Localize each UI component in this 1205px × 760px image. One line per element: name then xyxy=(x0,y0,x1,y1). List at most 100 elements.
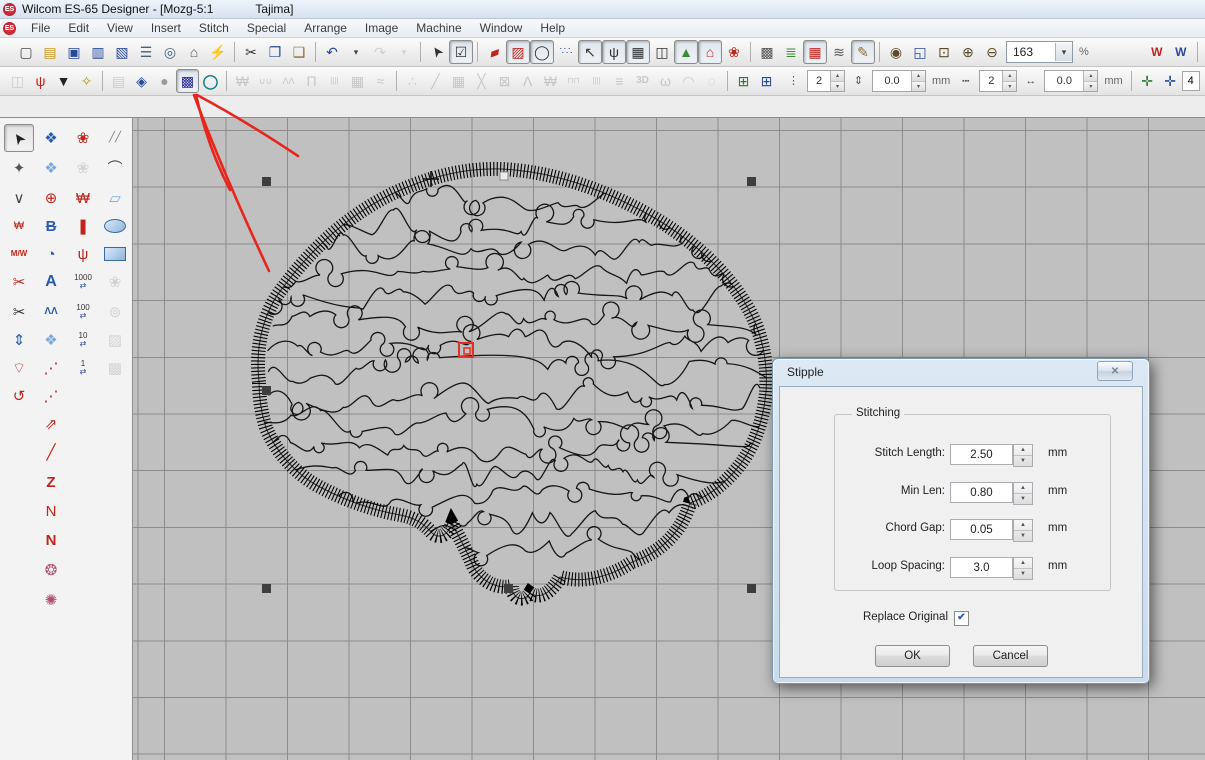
mesh-reshape-tool[interactable]: ❖ xyxy=(36,326,66,354)
step-fill-button[interactable]: ● xyxy=(153,69,176,93)
spin-up-icon[interactable]: ▲ xyxy=(1014,445,1032,455)
fan-fill-tool[interactable]: ⌔ xyxy=(4,354,34,382)
align-centers-button[interactable]: ✛ xyxy=(1136,69,1159,93)
node-edit-tool[interactable]: ∨ xyxy=(4,184,34,212)
save-to-machine-button[interactable]: ▥ xyxy=(86,40,110,64)
chord-gap-field[interactable]: 0.05 xyxy=(950,519,1013,540)
spin-down-icon[interactable]: ▾ xyxy=(1084,81,1097,92)
spin-down-icon[interactable]: ▾ xyxy=(1003,81,1016,92)
run-contour-tool[interactable]: N xyxy=(36,497,66,525)
align-centers-2-button[interactable]: ✛ xyxy=(1159,69,1182,93)
spin-down-icon[interactable]: ▼ xyxy=(1014,530,1032,541)
zigzag-column-tool[interactable]: ₩ xyxy=(68,184,98,212)
satin-column-n-tool[interactable]: N xyxy=(36,526,66,554)
node-line-tool[interactable]: ⋰ xyxy=(36,354,66,382)
satin-stitch-button[interactable]: ▰ xyxy=(482,40,506,64)
reshape-object-tool[interactable]: ❖ xyxy=(36,154,66,182)
measure-tool-button[interactable]: ↖ xyxy=(578,40,602,64)
spin-up-icon[interactable]: ▴ xyxy=(912,71,925,81)
show-motifs-button[interactable]: ❀ xyxy=(722,40,746,64)
stitch-list-button[interactable]: ≋ xyxy=(827,40,851,64)
loop-spacing-field[interactable]: 3.0 xyxy=(950,557,1013,578)
length-arrow-tool[interactable]: ⇕ xyxy=(4,326,34,354)
send-to-stitch-manager-button[interactable]: W xyxy=(1145,40,1169,64)
sewing-machine-button[interactable]: ⌂ xyxy=(182,40,206,64)
selection-handle[interactable] xyxy=(262,584,271,593)
selection-handle[interactable] xyxy=(262,386,271,395)
freehand-select-tool[interactable]: ✦ xyxy=(4,154,34,182)
zoom-level-combobox[interactable]: 163▾ xyxy=(1006,41,1073,63)
color-film-toggle[interactable]: ▦ xyxy=(803,40,827,64)
stitch-angle-button[interactable]: ▼ xyxy=(52,69,75,93)
offset-spinner-1[interactable]: 0.0▴▾ xyxy=(872,70,926,92)
spin-up-icon[interactable]: ▴ xyxy=(1003,71,1016,81)
spacing-10-tool[interactable]: 10⇄ xyxy=(68,326,98,354)
reshape-node-button[interactable]: ✧ xyxy=(75,69,98,93)
selection-handle[interactable] xyxy=(504,584,513,593)
reshape-views-tool[interactable]: ❖ xyxy=(36,124,66,152)
stitch-length-field[interactable]: 2.50 xyxy=(950,444,1013,465)
vertical-offset-icon[interactable]: ⇕ xyxy=(847,69,870,93)
menu-special[interactable]: Special xyxy=(238,21,295,35)
spin-down-icon[interactable]: ▾ xyxy=(912,81,925,92)
zoom-actual-button[interactable]: ◉ xyxy=(884,40,908,64)
auto-select-toggle[interactable]: ☑ xyxy=(449,40,473,64)
column-stitch-tool[interactable]: ❚ xyxy=(68,212,98,240)
spin-down-icon[interactable]: ▼ xyxy=(1014,568,1032,579)
menu-image[interactable]: Image xyxy=(356,21,407,35)
horizontal-offset-icon[interactable]: ↔ xyxy=(1019,69,1042,93)
chord-gap-spinner[interactable]: ▲▼ xyxy=(1013,519,1033,542)
mirror-horizontal-button[interactable]: ⊞ xyxy=(732,69,755,93)
no-underlay-tool[interactable]: B xyxy=(36,212,66,240)
touch-up-bitmap-button[interactable]: ▩ xyxy=(755,40,779,64)
show-appliques-toggle[interactable]: ⌂ xyxy=(698,40,722,64)
selection-handle[interactable] xyxy=(747,177,756,186)
ellipse-tool[interactable] xyxy=(100,212,130,240)
zoom-box-button[interactable]: ◱ xyxy=(908,40,932,64)
stitch-arrows-tool[interactable]: ⇗ xyxy=(36,410,66,438)
spin-down-icon[interactable]: ▼ xyxy=(1014,493,1032,504)
zoom-in-button[interactable]: ⊕ xyxy=(956,40,980,64)
count-spinner-2[interactable]: 2▴▾ xyxy=(979,70,1017,92)
outline-stitch-button[interactable]: ◯ xyxy=(530,40,554,64)
cancel-button[interactable]: Cancel xyxy=(973,645,1048,667)
zigzag-run-tool[interactable]: ₩ xyxy=(4,212,34,240)
menu-edit[interactable]: Edit xyxy=(59,21,98,35)
selection-handle[interactable] xyxy=(747,584,756,593)
spin-down-icon[interactable]: ▼ xyxy=(1014,455,1032,466)
cut-needle-tool[interactable]: ✂ xyxy=(4,298,34,326)
buttonhole-tool[interactable]: ❂ xyxy=(36,556,66,584)
fusion-fill-tool[interactable]: ▱ xyxy=(100,184,130,212)
paste-button[interactable]: ❏ xyxy=(287,40,311,64)
weave-lines-tool[interactable]: ╱╱ xyxy=(100,124,130,152)
ok-button[interactable]: OK xyxy=(875,645,950,667)
open-design-button[interactable]: ▤ xyxy=(38,40,62,64)
straight-stitch-tool[interactable]: ╱ xyxy=(36,438,66,466)
save-as-template-button[interactable]: ▧ xyxy=(110,40,134,64)
remove-stitches-tool[interactable]: ✂ xyxy=(4,268,34,296)
show-bitmap-toggle[interactable]: ▲ xyxy=(674,40,698,64)
rectangle-tool[interactable] xyxy=(100,240,130,268)
print-preview-button[interactable]: ◎ xyxy=(158,40,182,64)
loop-spacing-spinner[interactable]: ▲▼ xyxy=(1013,557,1033,580)
undo-button[interactable]: ↶ xyxy=(320,40,344,64)
lettering-tool[interactable]: A xyxy=(36,268,66,296)
spacing-1000-tool[interactable]: 1000⇄ xyxy=(68,268,98,296)
connect-machine-button[interactable]: ⚡ xyxy=(206,40,230,64)
hoop-toggle[interactable]: ◫ xyxy=(650,40,674,64)
copy-button[interactable]: ❐ xyxy=(263,40,287,64)
stitch-length-spinner[interactable]: ▲▼ xyxy=(1013,444,1033,467)
min-len-spinner[interactable]: ▲▼ xyxy=(1013,482,1033,505)
mirror-vertical-button[interactable]: ⊞ xyxy=(755,69,778,93)
count-spinner-1[interactable]: 2▴▾ xyxy=(807,70,845,92)
spin-up-icon[interactable]: ▴ xyxy=(831,71,844,81)
spin-up-icon[interactable]: ▲ xyxy=(1014,520,1032,530)
underlay-button[interactable]: ◈ xyxy=(130,69,153,93)
menu-help[interactable]: Help xyxy=(531,21,574,35)
replace-original-checkbox[interactable]: ✔ xyxy=(954,611,969,626)
spacing-1-tool[interactable]: 1⇄ xyxy=(68,354,98,382)
menu-window[interactable]: Window xyxy=(471,21,532,35)
cut-button[interactable]: ✂ xyxy=(239,40,263,64)
offset-spinner-2[interactable]: 0.0▴▾ xyxy=(1044,70,1098,92)
grid-toggle[interactable]: ▦ xyxy=(626,40,650,64)
